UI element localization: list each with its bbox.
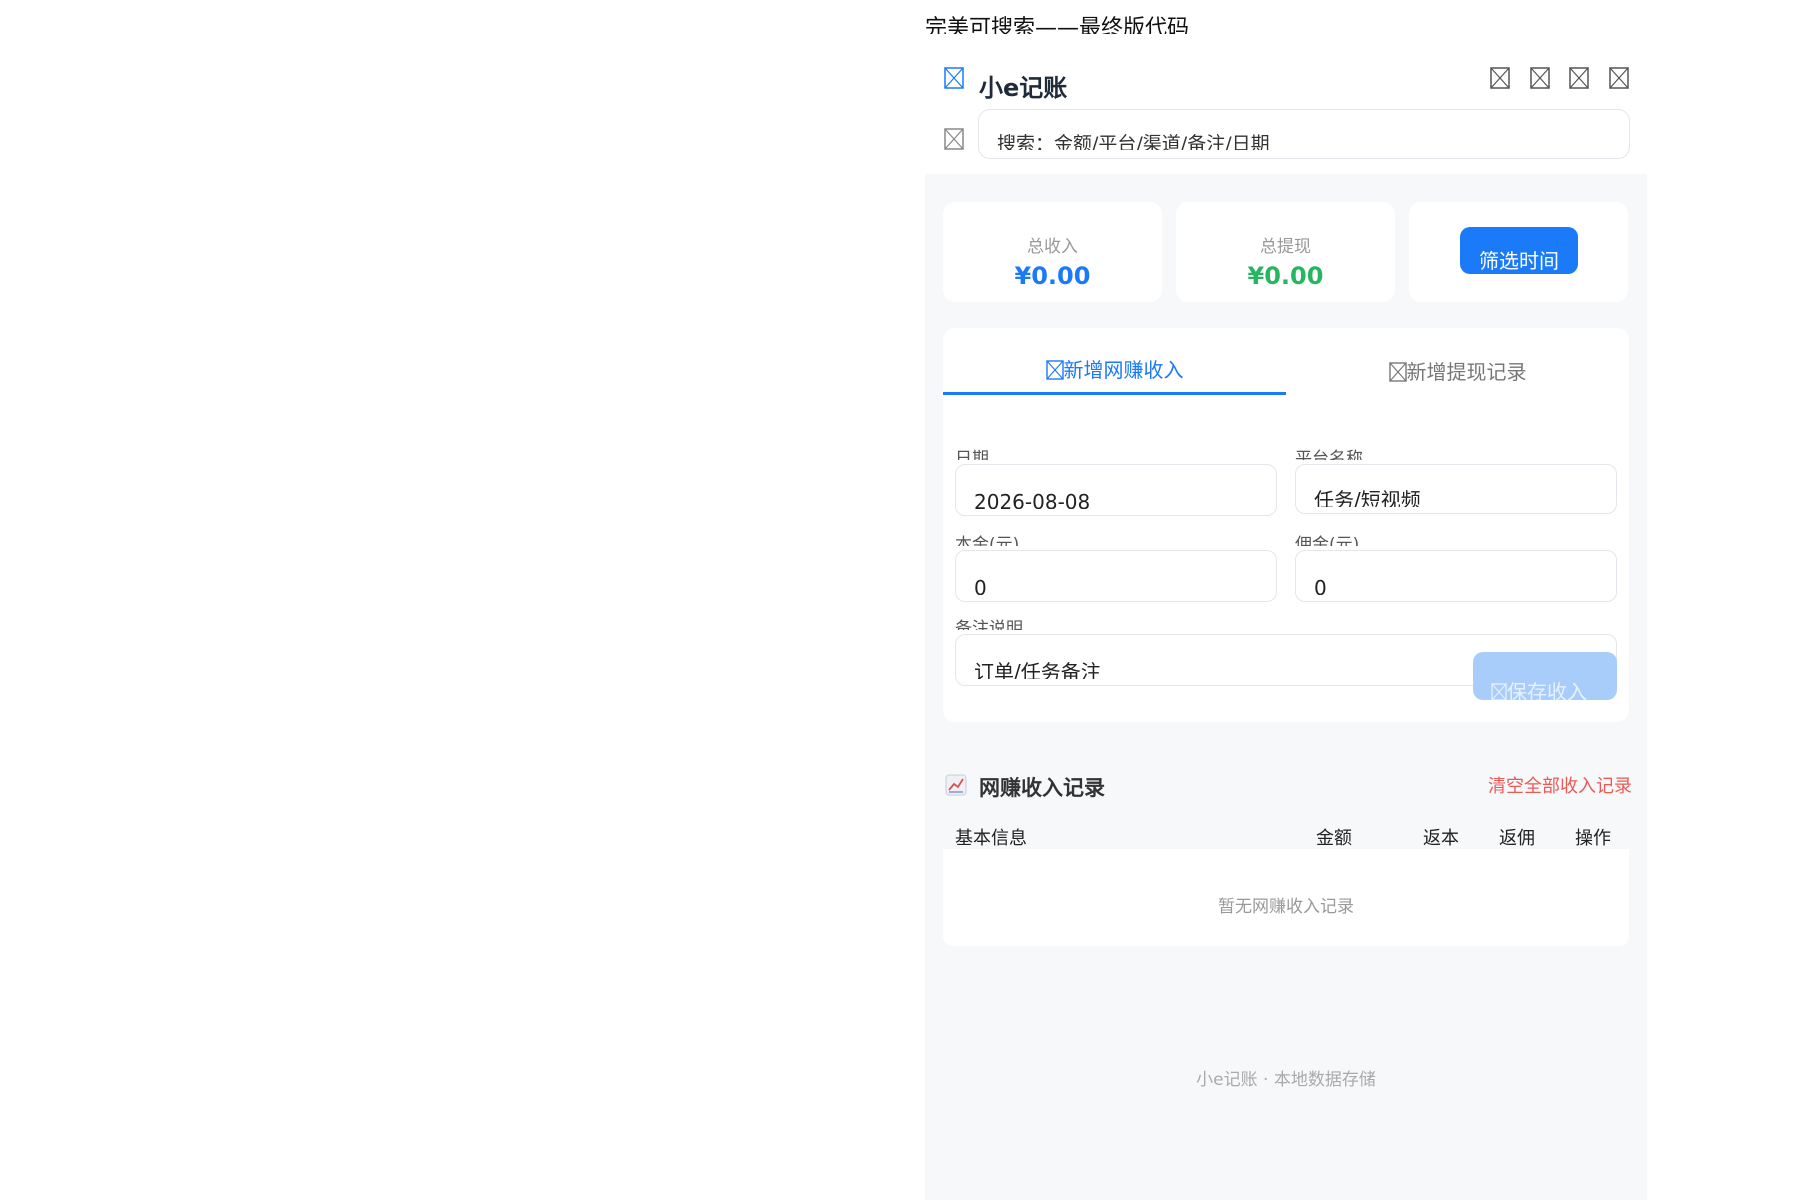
total-withdraw-card: 总提现 ¥0.00: [1176, 202, 1395, 302]
records-title: 网赚收入记录: [979, 776, 1105, 800]
tab-add-withdraw-label: 新增提现记录: [1406, 360, 1527, 384]
principal-label: 本金(元): [955, 535, 1020, 546]
date-value: 2026-08-08: [974, 491, 1091, 509]
tab-add-income[interactable]: 新增网赚收入: [943, 328, 1286, 395]
note-placeholder: 订单/任务备注: [974, 661, 1101, 679]
broken-image-icon[interactable]: [1609, 67, 1629, 89]
column-header-actions: 操作: [1575, 828, 1611, 849]
platform-label: 平台名称: [1295, 449, 1363, 460]
column-header-basic-info: 基本信息: [955, 828, 1027, 849]
total-income-card: 总收入 ¥0.00: [943, 202, 1162, 302]
principal-value: 0: [974, 577, 987, 595]
broken-image-icon: [1491, 682, 1507, 700]
broken-image-icon[interactable]: [1530, 67, 1550, 89]
search-placeholder: 搜索：金额/平台/渠道/备注/日期: [997, 133, 1270, 150]
total-withdraw-value: ¥0.00: [1247, 262, 1324, 290]
platform-placeholder: 任务/短视频: [1314, 489, 1421, 507]
empty-state-text: 暂无网赚收入记录: [1218, 897, 1354, 917]
commission-value: 0: [1314, 577, 1327, 595]
commission-label: 佣金(元): [1295, 535, 1360, 546]
app-title: 小e记账: [979, 74, 1068, 102]
income-records-list: 暂无网赚收入记录: [943, 849, 1629, 946]
date-field[interactable]: 2026-08-08: [955, 464, 1277, 516]
platform-field[interactable]: 任务/短视频: [1295, 464, 1617, 514]
filter-card: 筛选时间: [1409, 202, 1628, 302]
principal-field[interactable]: 0: [955, 550, 1277, 602]
date-label: 日期: [955, 449, 989, 460]
commission-field[interactable]: 0: [1295, 550, 1617, 602]
column-header-return-principal: 返本: [1423, 828, 1459, 849]
tab-add-withdraw[interactable]: 新增提现记录: [1286, 328, 1629, 392]
clear-all-income-link[interactable]: 清空全部收入记录: [1488, 772, 1632, 798]
broken-image-icon[interactable]: [944, 67, 964, 89]
footer-text: 小e记账 · 本地数据存储: [1196, 1070, 1376, 1090]
chart-increasing-icon: [945, 774, 967, 796]
broken-image-icon: [1045, 360, 1064, 380]
save-income-button[interactable]: 保存收入: [1473, 652, 1617, 700]
app-panel: 小e记账 搜索：金额/平台/渠道/备注/日期 总收入 ¥0.00 总提现 ¥0.…: [925, 34, 1647, 1200]
total-income-label: 总收入: [1027, 237, 1078, 257]
entry-form-card: 新增网赚收入 新增提现记录 日期 2026-08-08 平台名称 任务/短视频 …: [943, 328, 1629, 722]
broken-image-icon: [1388, 362, 1407, 382]
filter-time-label: 筛选时间: [1479, 249, 1559, 273]
column-header-return-commission: 返佣: [1499, 828, 1535, 849]
filter-time-button[interactable]: 筛选时间: [1460, 227, 1578, 274]
total-withdraw-label: 总提现: [1260, 237, 1311, 257]
total-income-value: ¥0.00: [1014, 262, 1091, 290]
column-header-amount: 金额: [1316, 828, 1352, 849]
note-label: 备注说明: [955, 619, 1023, 630]
app-header: 小e记账 搜索：金额/平台/渠道/备注/日期: [925, 34, 1647, 174]
broken-image-icon[interactable]: [1569, 67, 1589, 89]
document-title: 完美可搜索——最终版代码: [925, 16, 1190, 36]
broken-image-icon: [944, 128, 964, 150]
broken-image-icon[interactable]: [1490, 67, 1510, 89]
save-income-label: 保存收入: [1507, 680, 1587, 700]
tab-add-income-label: 新增网赚收入: [1063, 358, 1184, 382]
search-input[interactable]: 搜索：金额/平台/渠道/备注/日期: [978, 109, 1630, 159]
